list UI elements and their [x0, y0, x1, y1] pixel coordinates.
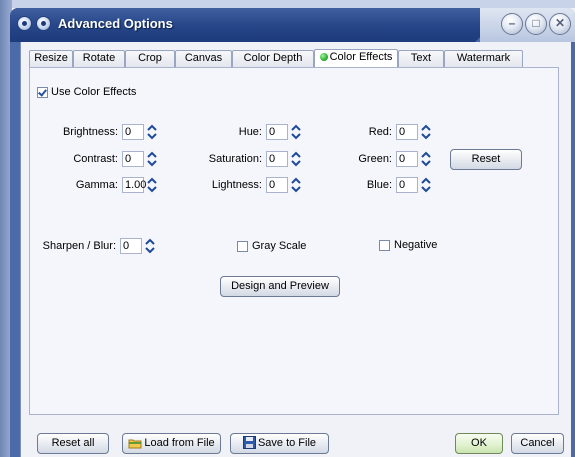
lightness-value[interactable]: 0 — [266, 177, 288, 193]
saturation-stepper-icon[interactable] — [290, 150, 302, 168]
gamma-stepper-icon[interactable] — [146, 176, 158, 194]
floppy-disk-icon — [242, 436, 256, 456]
cancel-button[interactable]: Cancel — [511, 433, 564, 454]
brightness-value[interactable]: 0 — [122, 124, 144, 140]
save-to-file-label: Save to File — [257, 437, 317, 449]
gamma-spinner[interactable]: 1.00 — [122, 177, 162, 193]
brightness-stepper-icon[interactable] — [146, 123, 158, 141]
background-strip — [0, 0, 575, 8]
hue-spinner[interactable]: 0 — [266, 124, 306, 140]
gamma-label: Gamma: — [75, 179, 118, 191]
green-spinner[interactable]: 0 — [396, 151, 436, 167]
sharpen-blur-spinner[interactable]: 0 — [120, 238, 160, 254]
window-app-icon[interactable] — [36, 16, 51, 31]
green-stepper-icon[interactable] — [420, 150, 432, 168]
sharpen-blur-label: Sharpen / Blur: — [42, 240, 116, 252]
red-spinner[interactable]: 0 — [396, 124, 436, 140]
green-label: Green: — [358, 153, 392, 165]
brightness-label: Brightness: — [62, 126, 118, 138]
reset-button[interactable]: Reset — [450, 149, 522, 170]
saturation-value[interactable]: 0 — [266, 151, 288, 167]
tab-color-effects-label: Color Effects — [329, 51, 393, 63]
negative-checkbox[interactable] — [379, 240, 390, 251]
tab-watermark[interactable]: Watermark — [444, 50, 523, 67]
window-menu-icon[interactable] — [17, 16, 32, 31]
gray-scale-label: Gray Scale — [252, 240, 307, 252]
green-value[interactable]: 0 — [396, 151, 418, 167]
gamma-value[interactable]: 1.00 — [122, 177, 146, 193]
gray-scale-checkbox[interactable] — [237, 241, 248, 252]
lightness-spinner[interactable]: 0 — [266, 177, 306, 193]
lightness-stepper-icon[interactable] — [290, 176, 302, 194]
lightness-label: Lightness: — [211, 179, 262, 191]
tab-rotate[interactable]: Rotate — [73, 50, 125, 67]
contrast-spinner[interactable]: 0 — [122, 151, 162, 167]
ok-button[interactable]: OK — [455, 433, 503, 454]
save-to-file-button[interactable]: Save to File — [230, 433, 329, 454]
contrast-stepper-icon[interactable] — [146, 150, 158, 168]
color-effects-panel: Use Color Effects Brightness: 0 Contrast… — [29, 67, 559, 415]
red-label: Red: — [368, 126, 392, 138]
window-title: Advanced Options — [58, 16, 173, 31]
sharpen-blur-stepper-icon[interactable] — [144, 237, 156, 255]
close-icon[interactable]: ✕ — [549, 13, 571, 35]
tab-crop[interactable]: Crop — [125, 50, 175, 67]
red-value[interactable]: 0 — [396, 124, 418, 140]
blue-stepper-icon[interactable] — [420, 176, 432, 194]
load-from-file-button[interactable]: Load from File — [122, 433, 221, 454]
design-and-preview-button[interactable]: Design and Preview — [220, 276, 340, 297]
hue-label: Hue: — [238, 126, 262, 138]
blue-spinner[interactable]: 0 — [396, 177, 436, 193]
blue-value[interactable]: 0 — [396, 177, 418, 193]
reset-all-button[interactable]: Reset all — [37, 433, 109, 454]
tab-resize[interactable]: Resize — [29, 50, 73, 67]
tab-text[interactable]: Text — [398, 50, 444, 67]
brightness-spinner[interactable]: 0 — [122, 124, 162, 140]
folder-icon — [128, 437, 142, 456]
load-from-file-label: Load from File — [144, 437, 215, 449]
saturation-label: Saturation: — [208, 153, 262, 165]
maximize-icon[interactable]: □ — [525, 13, 547, 35]
hue-value[interactable]: 0 — [266, 124, 288, 140]
dialog-content: Resize Rotate Crop Canvas Color Depth Co… — [20, 42, 571, 457]
use-color-effects-label: Use Color Effects — [51, 86, 137, 98]
advanced-options-window: Advanced Options – □ ✕ Resize Rotate Cro… — [10, 8, 575, 457]
negative-label: Negative — [394, 239, 438, 251]
minimize-icon[interactable]: – — [501, 13, 523, 35]
contrast-value[interactable]: 0 — [122, 151, 144, 167]
titlebar[interactable]: Advanced Options – □ ✕ — [10, 8, 575, 42]
tab-canvas[interactable]: Canvas — [175, 50, 232, 67]
use-color-effects-checkbox[interactable] — [37, 87, 48, 98]
saturation-spinner[interactable]: 0 — [266, 151, 306, 167]
hue-stepper-icon[interactable] — [290, 123, 302, 141]
blue-label: Blue: — [366, 179, 392, 191]
active-tab-indicator-icon — [319, 53, 328, 61]
contrast-label: Contrast: — [73, 153, 118, 165]
sharpen-blur-value[interactable]: 0 — [120, 238, 142, 254]
tab-color-depth[interactable]: Color Depth — [232, 50, 314, 67]
red-stepper-icon[interactable] — [420, 123, 432, 141]
tab-color-effects[interactable]: Color Effects — [314, 49, 398, 68]
